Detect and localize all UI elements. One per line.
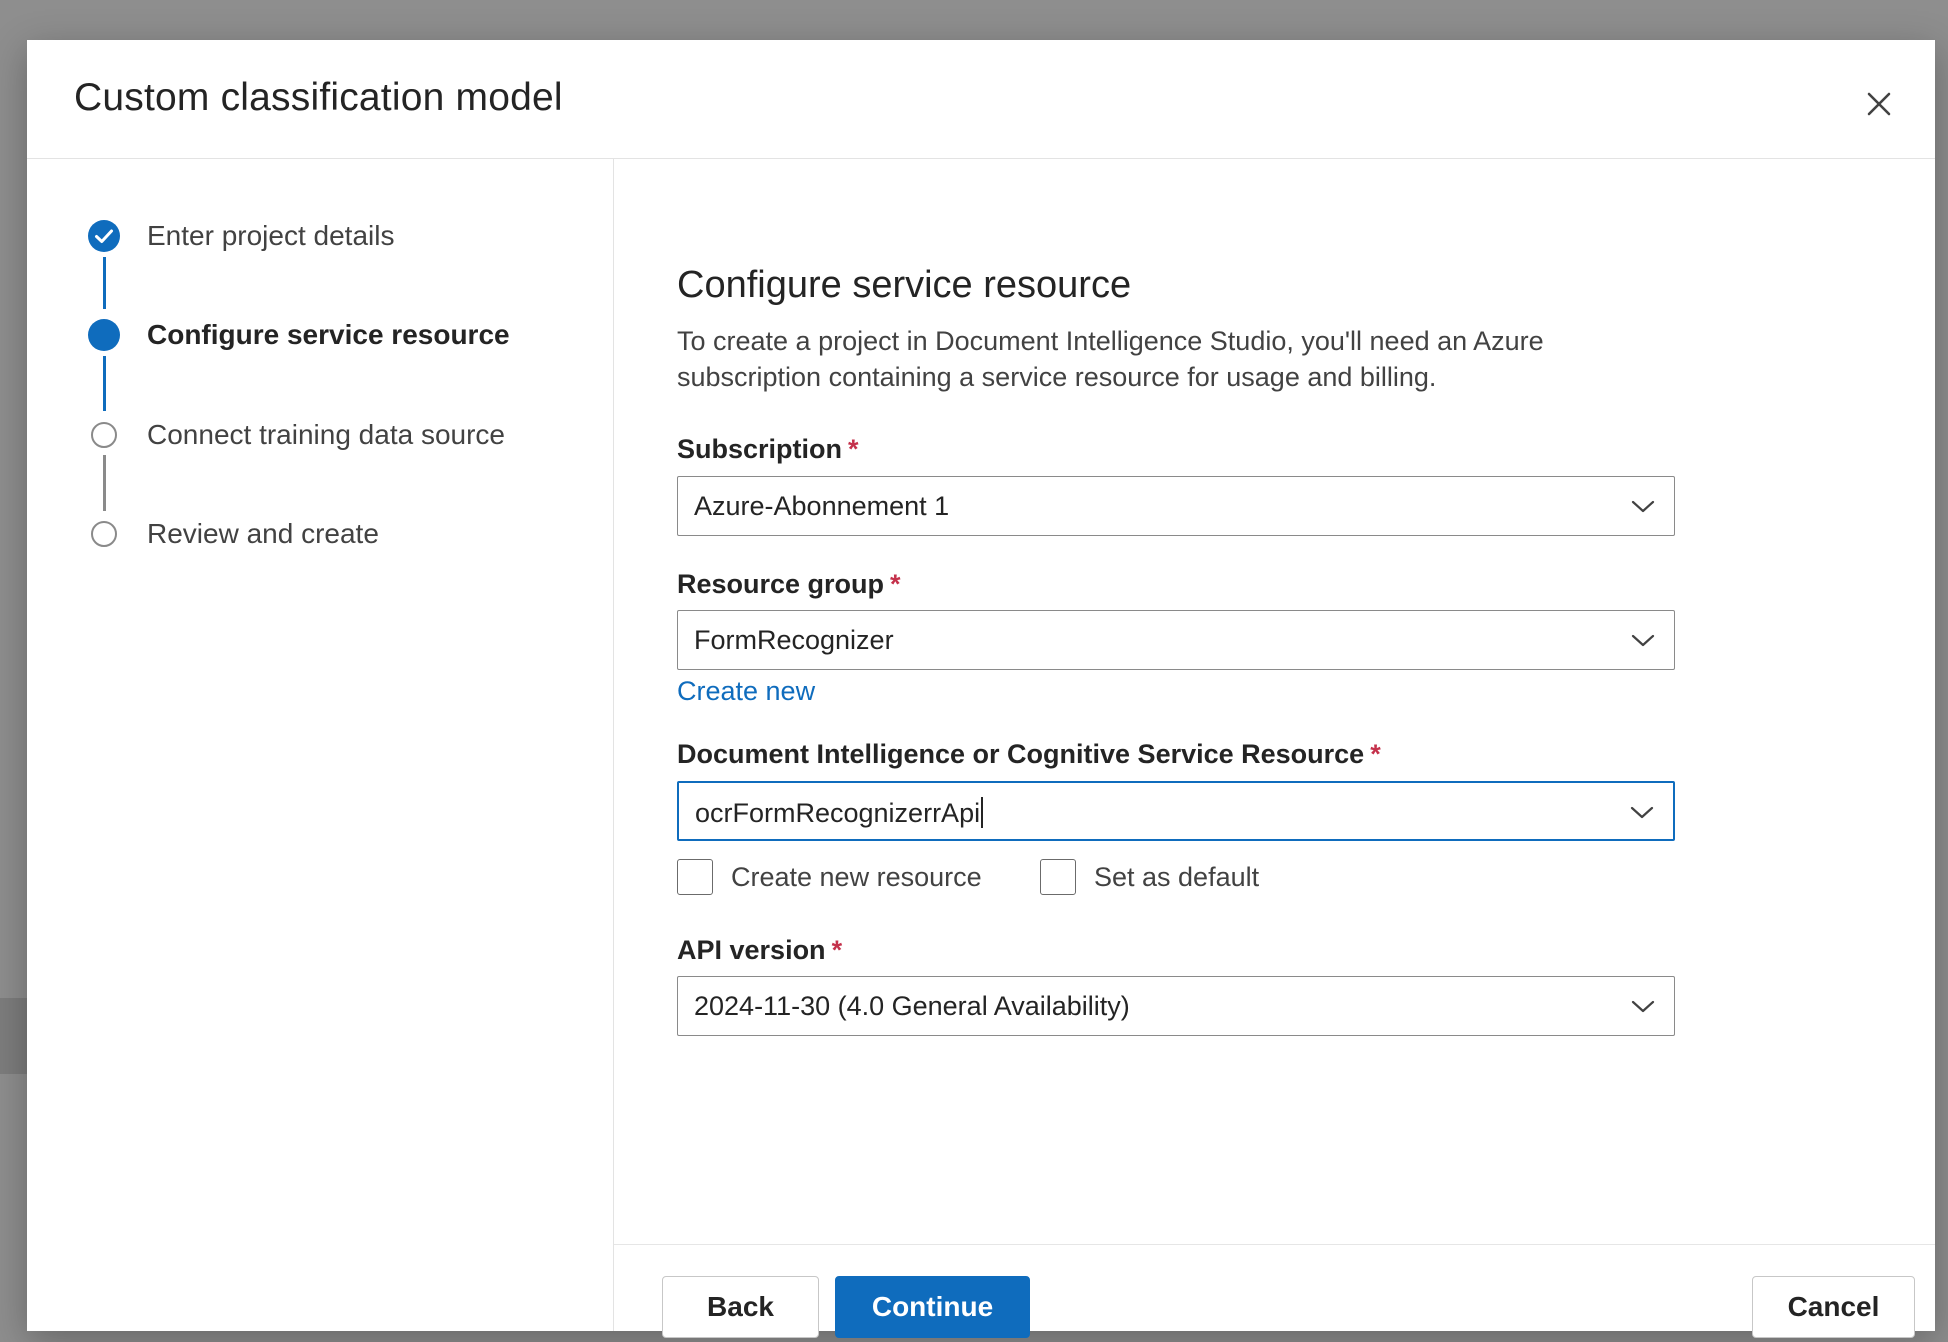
chevron-down-icon [1630, 629, 1656, 651]
step-label: Enter project details [147, 220, 395, 251]
text-cursor [981, 797, 984, 828]
resource-group-dropdown[interactable]: FormRecognizer [677, 610, 1675, 670]
step-current-dot-icon [87, 318, 121, 352]
custom-classification-dialog: Custom classification model Enter projec… [27, 40, 1935, 1338]
resource-label-text: Document Intelligence or Cognitive Servi… [677, 739, 1365, 769]
close-button[interactable] [1859, 84, 1899, 124]
background-page-strip [0, 998, 30, 1074]
step-connector [103, 356, 106, 411]
create-new-resource-group-link[interactable]: Create new [677, 676, 815, 707]
api-version-label-text: API version [677, 935, 826, 965]
chevron-down-icon [1629, 801, 1655, 823]
dialog-footer: Back Continue Cancel [614, 1244, 1935, 1338]
set-as-default-option: Set as default [1040, 859, 1259, 895]
description-line: To create a project in Document Intellig… [677, 326, 1544, 356]
chevron-down-icon [1630, 495, 1656, 517]
create-new-resource-option: Create new resource [677, 859, 982, 895]
api-version-dropdown[interactable]: 2024-11-30 (4.0 General Availability) [677, 976, 1675, 1036]
section-description: To create a project in Document Intellig… [677, 323, 1677, 395]
resource-group-value: FormRecognizer [694, 625, 894, 655]
step-review-and-create[interactable]: Review and create [87, 514, 379, 554]
step-configure-service-resource[interactable]: Configure service resource [87, 315, 510, 355]
create-new-resource-label[interactable]: Create new resource [731, 862, 982, 893]
api-version-label: API version * [677, 935, 842, 966]
step-label: Configure service resource [147, 319, 510, 350]
set-as-default-checkbox[interactable] [1040, 859, 1076, 895]
continue-button[interactable]: Continue [835, 1276, 1030, 1338]
resource-group-label: Resource group * [677, 569, 901, 600]
step-label: Review and create [147, 518, 379, 549]
description-line: subscription containing a service resour… [677, 362, 1437, 392]
subscription-dropdown[interactable]: Azure-Abonnement 1 [677, 476, 1675, 536]
step-enter-project-details[interactable]: Enter project details [87, 216, 394, 256]
close-icon [1867, 92, 1891, 116]
cancel-button[interactable]: Cancel [1752, 1276, 1915, 1338]
resource-combobox[interactable]: ocrFormRecognizerrApi [677, 781, 1675, 841]
create-new-resource-checkbox[interactable] [677, 859, 713, 895]
step-connector [103, 455, 106, 511]
step-pending-circle-icon [87, 517, 121, 551]
back-button[interactable]: Back [662, 1276, 819, 1338]
chevron-down-icon [1630, 995, 1656, 1017]
step-connector [103, 257, 106, 309]
resource-label: Document Intelligence or Cognitive Servi… [677, 739, 1381, 770]
resource-value-text: ocrFormRecognizerrApi [695, 798, 981, 828]
dialog-title: Custom classification model [74, 76, 563, 119]
main-panel: Configure service resource To create a p… [614, 159, 1935, 1338]
subscription-label: Subscription * [677, 434, 859, 465]
dialog-header: Custom classification model [27, 40, 1935, 159]
step-label: Connect training data source [147, 419, 505, 450]
step-connect-training-data-source[interactable]: Connect training data source [87, 415, 505, 455]
api-version-value: 2024-11-30 (4.0 General Availability) [694, 991, 1130, 1021]
required-asterisk: * [831, 935, 843, 965]
step-completed-check-icon [87, 219, 121, 253]
required-asterisk: * [1370, 739, 1381, 769]
resource-value: ocrFormRecognizerrApi [695, 797, 984, 829]
subscription-label-text: Subscription [677, 434, 843, 464]
step-pending-circle-icon [87, 418, 121, 452]
required-asterisk: * [890, 569, 901, 599]
subscription-value: Azure-Abonnement 1 [694, 491, 950, 521]
wizard-steps: Enter project details Configure service … [27, 159, 614, 1331]
resource-group-label-text: Resource group [677, 569, 885, 599]
required-asterisk: * [848, 434, 859, 464]
set-as-default-label[interactable]: Set as default [1094, 862, 1259, 893]
section-title: Configure service resource [677, 264, 1132, 306]
